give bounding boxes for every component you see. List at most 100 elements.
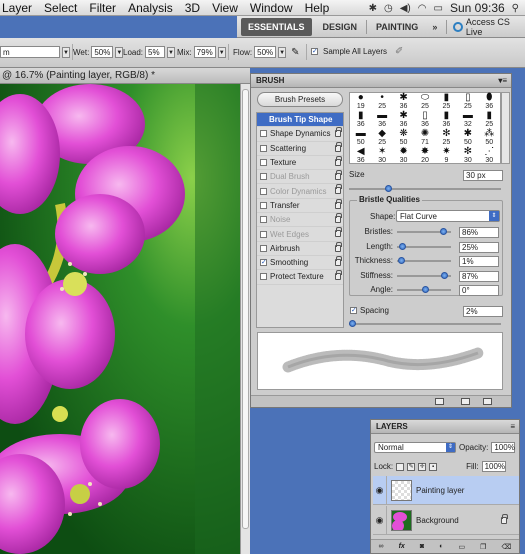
brush-tip[interactable]: ▯ 25 [457,93,478,111]
brush-tip[interactable]: ✻ 30 [457,147,478,165]
fill-field[interactable]: 100% [481,461,506,472]
panel-menu-icon[interactable]: ▾≡ [498,74,507,88]
sample-all-layers-control[interactable]: ✓ Sample All Layers ✐ [311,46,403,57]
chevron-down-icon[interactable]: ▼ [217,46,226,58]
spacing-control[interactable]: ✓ Spacing [350,306,389,315]
workspace-more-button[interactable]: » [425,18,444,36]
lock-transparent-icon[interactable] [396,462,405,471]
brush-tip[interactable]: ✻ 25 [436,129,457,147]
bristle-slider[interactable] [397,271,451,279]
cs-live-button[interactable]: Access CS Live [453,17,525,37]
blend-mode-select[interactable]: Normal ⇕ [374,442,456,453]
menu-select[interactable]: Select [38,1,83,15]
menu-window[interactable]: Window [244,1,299,15]
brush-tip[interactable]: ⁂ 50 [479,129,500,147]
bristle-slider-knob[interactable] [422,286,429,293]
brush-tip[interactable]: ✱ 50 [457,129,478,147]
fx-icon[interactable]: fx [399,543,405,550]
brush-panel-header[interactable]: BRUSH ▾≡ [251,74,511,88]
brush-tip[interactable]: ● 19 [350,93,371,111]
brush-tip[interactable]: ◀ 36 [350,147,371,165]
load-field[interactable]: 5% [145,46,166,58]
bristle-slider[interactable] [397,228,451,235]
bluetooth-icon[interactable]: ✱ [369,3,377,14]
chevron-down-icon[interactable]: ▼ [167,46,176,58]
bristle-value-field[interactable]: 25% [459,241,499,253]
brush-tip[interactable]: ▯ 36 [414,111,435,129]
spacing-field[interactable]: 2% [463,306,503,317]
volume-icon[interactable]: ◀) [400,3,411,14]
bristle-slider-knob[interactable] [397,257,405,264]
menu-view[interactable]: View [206,1,244,15]
chevron-down-icon[interactable]: ▼ [62,46,70,58]
brush-tip[interactable]: ✹ 30 [393,147,414,165]
mode-select[interactable]: m ▼ [0,46,70,58]
setting-checkbox[interactable] [260,173,267,181]
lock-icon[interactable] [335,155,342,166]
lock-icon[interactable] [335,255,342,266]
new-layer-icon[interactable]: ❐ [480,543,486,551]
brush-setting-texture[interactable]: Texture [257,155,343,171]
workspace-painting[interactable]: PAINTING [369,18,425,36]
brush-setting-dual-brush[interactable]: Dual Brush [257,170,343,185]
brush-tip[interactable]: ▬ 50 [350,129,371,147]
menu-layer[interactable]: Layer [0,1,38,15]
brush-tip[interactable]: ✱ 36 [393,111,414,129]
spotlight-icon[interactable]: ⚲ [512,3,519,14]
lock-image-icon[interactable]: ✎ [407,462,416,471]
brush-tip[interactable]: ◆ 25 [371,129,392,147]
grid-icon[interactable] [461,398,470,405]
setting-checkbox[interactable] [260,230,267,238]
layer-row-background[interactable]: ◉ Background [373,505,519,535]
visibility-eye-icon[interactable]: ◉ [373,475,387,505]
mode-field[interactable]: m [0,46,60,58]
link-icon[interactable]: ∞ [379,543,384,550]
toggle-bristle-preview-icon[interactable] [435,398,444,405]
lock-icon[interactable] [335,141,342,152]
brush-tip[interactable]: ▮ 36 [436,111,457,129]
brush-setting-brush-tip-shape[interactable]: Brush Tip Shape [257,113,343,128]
folder-icon[interactable]: ▭ [458,543,465,551]
brush-setting-color-dynamics[interactable]: Color Dynamics [257,184,343,199]
size-field[interactable]: 30 px [463,170,503,181]
menu-filter[interactable]: Filter [83,1,122,15]
new-preset-icon[interactable] [483,398,492,405]
bristle-slider-knob[interactable] [440,271,448,279]
bristle-slider[interactable] [397,242,451,250]
menu-3d[interactable]: 3D [179,1,206,15]
brush-tip[interactable]: ▮ 25 [436,93,457,111]
brush-tip[interactable]: ✱ 36 [393,93,414,111]
lock-icon[interactable] [335,227,342,238]
brush-presets-button[interactable]: Brush Presets [257,92,343,107]
workspace-essentials[interactable]: ESSENTIALS [241,17,312,36]
opacity-field[interactable]: 100% [491,442,516,453]
lock-icon[interactable] [335,241,342,252]
setting-checkbox[interactable] [260,273,267,281]
sample-all-layers-checkbox[interactable]: ✓ [311,48,318,55]
trash-icon[interactable]: ⌫ [502,543,512,551]
wet-field[interactable]: 50% [91,46,114,58]
brush-setting-transfer[interactable]: Transfer [257,198,343,214]
brush-tip[interactable]: ✶ 30 [371,147,392,165]
size-slider-knob[interactable] [385,185,392,192]
brush-tip[interactable]: ▮ 36 [350,111,371,129]
chevron-down-icon[interactable]: ▼ [278,46,287,58]
brush-tip[interactable]: ❋ 50 [393,129,414,147]
tip-grid-scrollbar[interactable] [501,92,510,164]
bristle-slider[interactable] [397,257,451,264]
mix-field[interactable]: 79% [193,46,216,58]
brush-tip[interactable]: ▬ 32 [457,111,478,129]
setting-checkbox[interactable] [260,144,267,152]
brush-tip[interactable]: ✷ 9 [436,147,457,165]
setting-checkbox[interactable] [260,187,267,195]
lock-icon[interactable] [335,184,342,195]
bristle-value-field[interactable]: 1% [459,256,499,267]
layer-row-painting[interactable]: ◉ Painting layer [373,475,519,505]
setting-checkbox[interactable] [260,201,267,209]
brush-tip[interactable]: ✺ 71 [414,129,435,147]
menu-analysis[interactable]: Analysis [122,1,179,15]
setting-checkbox[interactable] [260,159,267,167]
flow-field[interactable]: 50% [254,46,277,58]
bristle-slider-knob[interactable] [440,228,447,235]
setting-checkbox[interactable]: ✓ [260,259,267,267]
